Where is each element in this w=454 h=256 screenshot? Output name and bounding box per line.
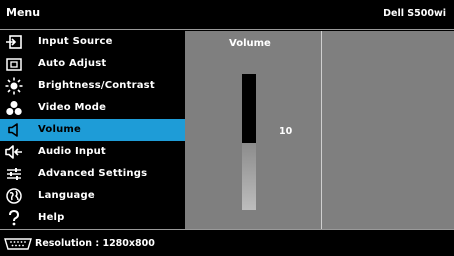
menu-item-label: Brightness/Contrast — [38, 80, 155, 91]
menu-item-input-source[interactable]: Input Source — [0, 31, 185, 53]
menu-item-label: Audio Input — [38, 146, 106, 157]
menu-item-label: Language — [38, 190, 95, 201]
menu-item-video-mode[interactable]: Video Mode — [0, 97, 185, 119]
help-icon — [5, 209, 23, 227]
language-icon — [5, 187, 23, 205]
osd-header: Menu Dell S500wi — [0, 0, 454, 28]
volume-slider[interactable] — [242, 74, 256, 210]
audio-input-icon — [5, 143, 23, 161]
input-source-icon — [5, 33, 23, 51]
slider-track-empty — [242, 74, 256, 143]
footer-divider — [0, 229, 454, 230]
menu-item-label: Auto Adjust — [38, 58, 107, 69]
menu-item-language[interactable]: Language — [0, 185, 185, 207]
advanced-settings-icon — [5, 165, 23, 183]
menu-item-volume[interactable]: Volume — [0, 119, 185, 141]
header-divider — [0, 29, 454, 30]
main-menu: Input Source Auto Adjust Brightness/Cont… — [0, 31, 185, 229]
volume-value: 10 — [279, 126, 293, 137]
menu-item-advanced-settings[interactable]: Advanced Settings — [0, 163, 185, 185]
volume-icon — [5, 121, 23, 139]
menu-title: Menu — [6, 6, 41, 19]
brightness-icon — [5, 77, 23, 95]
menu-item-auto-adjust[interactable]: Auto Adjust — [0, 53, 185, 75]
menu-item-label: Help — [38, 212, 65, 223]
resolution-label: Resolution : 1280x800 — [35, 238, 155, 249]
menu-item-audio-input[interactable]: Audio Input — [0, 141, 185, 163]
panel-title: Volume — [229, 38, 271, 49]
menu-item-label: Video Mode — [38, 102, 107, 113]
vga-connector-icon — [4, 236, 32, 255]
projector-osd: Menu Dell S500wi Input Source Auto Adjus… — [0, 0, 454, 256]
slider-track-fill — [242, 143, 256, 210]
menu-item-label: Input Source — [38, 36, 113, 47]
auto-adjust-icon — [5, 55, 23, 73]
menu-item-brightness-contrast[interactable]: Brightness/Contrast — [0, 75, 185, 97]
osd-footer: Resolution : 1280x800 — [0, 231, 454, 256]
volume-panel: Volume 10 — [185, 31, 454, 229]
menu-item-label: Volume — [38, 124, 82, 135]
menu-item-label: Advanced Settings — [38, 168, 148, 179]
model-name: Dell S500wi — [383, 8, 446, 19]
menu-item-help[interactable]: Help — [0, 207, 185, 229]
panel-divider — [321, 31, 322, 229]
video-mode-icon — [5, 99, 23, 117]
